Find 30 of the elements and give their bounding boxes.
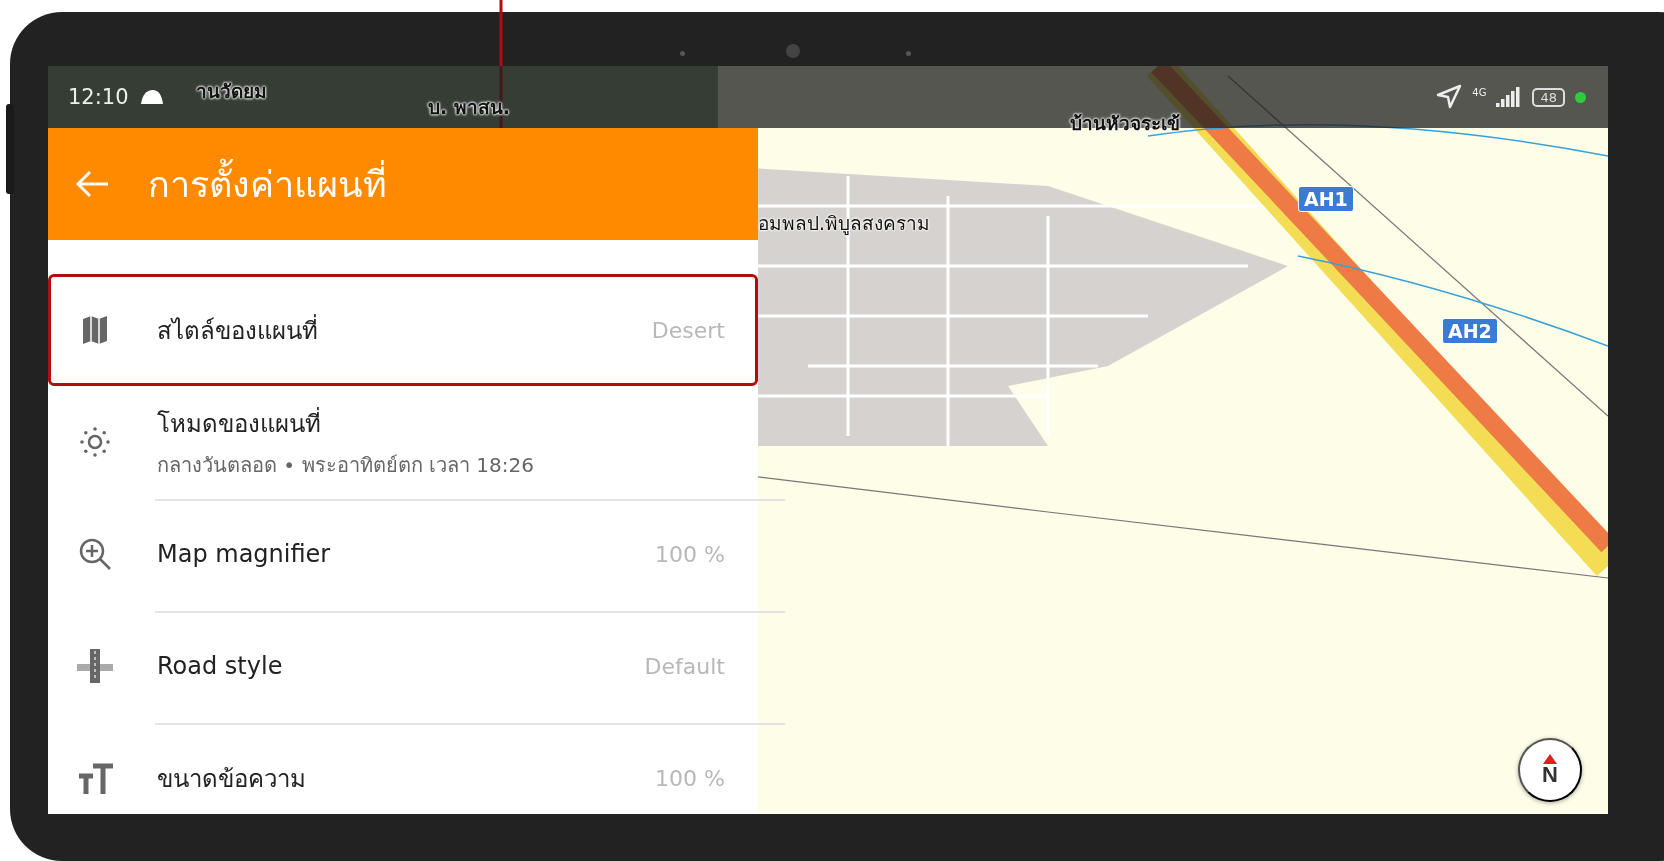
- setting-value: 100 %: [655, 541, 725, 567]
- highway-shield: AH1: [1298, 186, 1354, 212]
- camera-lens: [786, 44, 800, 58]
- sensor-dot: [680, 51, 685, 56]
- setting-label: Map magnifier: [157, 540, 332, 568]
- north-arrow-icon: [1543, 754, 1557, 764]
- road-icon: [75, 646, 115, 686]
- battery-level: 48: [1532, 87, 1565, 107]
- sensor-dot: [906, 51, 911, 56]
- setting-label: Road style: [157, 652, 284, 680]
- setting-label: โหมดของแผนที่: [157, 406, 322, 440]
- setting-value: Default: [644, 653, 725, 679]
- highway-shield: AH2: [1442, 318, 1498, 344]
- setting-description: กลางวันตลอด • พระอาทิตย์ตก เวลา 18:26: [157, 451, 535, 479]
- map-place-label: านวัดยม: [196, 79, 267, 104]
- setting-value: 100 %: [655, 765, 725, 791]
- back-arrow-icon[interactable]: [74, 169, 110, 199]
- map-place-label: อมพลป.พิบูลสงคราม: [758, 211, 931, 237]
- signal-icon: [1496, 87, 1523, 107]
- status-dot-icon: [1575, 91, 1586, 103]
- location-arrow-icon: [1436, 84, 1463, 110]
- setting-label: สไตล์ของแผนที่: [157, 313, 319, 347]
- setting-value: Desert: [651, 317, 725, 343]
- settings-row[interactable]: โหมดของแผนที่ กลางวันตลอด • พระอาทิตย์ตก เวลา 18:26: [48, 386, 758, 498]
- settings-row[interactable]: สไตล์ของแผนที่ Desert: [48, 274, 758, 386]
- status-time: 12:10: [68, 85, 129, 109]
- screen-title: การตั้งค่าแผนที่: [148, 155, 387, 213]
- map-place-label: บ. พาสน.: [428, 95, 511, 120]
- setting-label: ขนาดข้อความ: [157, 763, 307, 795]
- network-type: 4G: [1472, 86, 1487, 98]
